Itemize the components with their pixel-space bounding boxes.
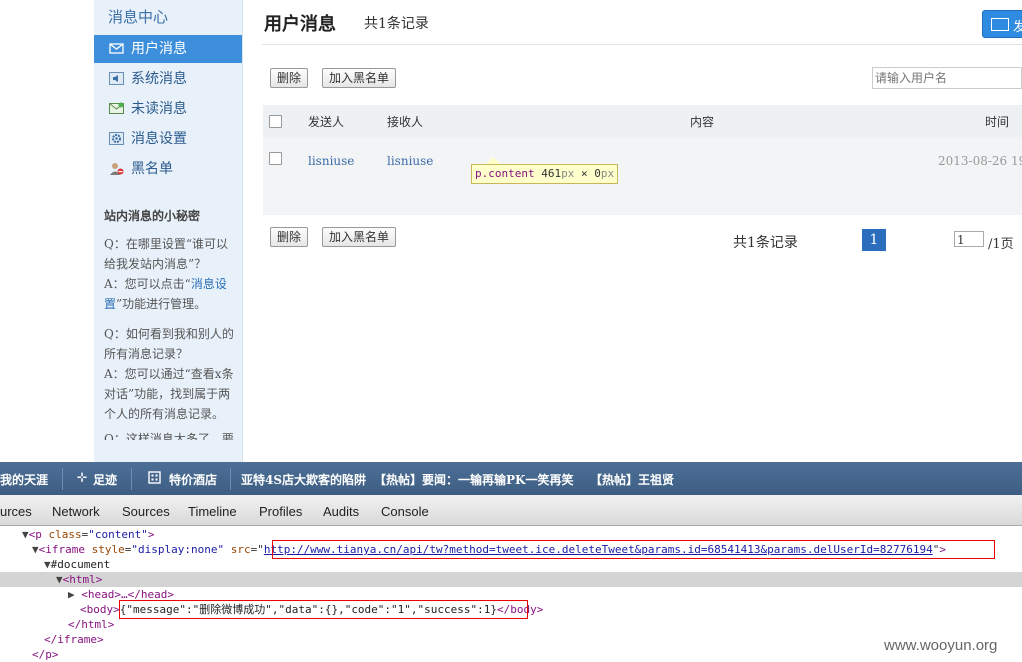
- tab-profiles[interactable]: Profiles: [259, 504, 302, 519]
- tab-resources[interactable]: urces: [0, 504, 32, 519]
- tips-content: Q：在哪里设置“谁可以给我发站内消息”？ A：您可以点击“消息设置”功能进行管理…: [104, 234, 234, 450]
- add-blacklist-button-bottom[interactable]: 加入黑名单: [322, 227, 397, 247]
- sidebar-item-label: 消息设置: [131, 131, 187, 147]
- tab-sources[interactable]: Sources: [122, 504, 170, 519]
- sender-link[interactable]: lisniuse: [308, 154, 354, 168]
- tips-title: 站内消息的小秘密: [104, 209, 201, 223]
- tip-question-cut: Q：这样消息太多了，要: [104, 432, 234, 440]
- row-time: 2013-08-26 19:: [938, 154, 1022, 168]
- sidebar-item-unread-messages[interactable]: 未读消息: [94, 95, 242, 123]
- inspect-element-tooltip: p.content 461px × 0px: [471, 164, 619, 184]
- sidebar-item-label: 黑名单: [131, 161, 173, 177]
- page-button-current[interactable]: 1: [862, 229, 886, 251]
- dom-node-p-close[interactable]: </p>: [32, 647, 59, 662]
- envelope-icon: [991, 18, 1009, 31]
- tip-answer: A：您可以点击“消息设置”功能进行管理。: [104, 277, 227, 311]
- tip-answer: A：您可以通过“查看x条对话”功能，找到属于两个人的所有消息记录。: [104, 367, 234, 421]
- dom-tree: ▼<p class="content"> ▼<iframe style="dis…: [0, 526, 1022, 661]
- envelope-icon: [109, 43, 124, 54]
- response-highlight-box: [119, 600, 528, 619]
- devtools-tabbar: urces Network Sources Timeline Profiles …: [0, 495, 1022, 526]
- speaker-icon: [109, 72, 124, 85]
- page-title: 用户消息: [264, 14, 336, 35]
- page-number-input[interactable]: 1: [954, 231, 984, 247]
- receiver-link[interactable]: lisniuse: [387, 154, 433, 168]
- dom-node-document[interactable]: ▼#document: [44, 557, 110, 572]
- unread-mail-icon: [109, 102, 124, 114]
- url-highlight-box: [272, 540, 995, 559]
- toolbar-news-1[interactable]: 亚特4S店大欺客的陷阱: [241, 471, 366, 488]
- toolbar-separator: [62, 468, 63, 490]
- row-checkbox[interactable]: [269, 152, 282, 165]
- tooltip-caret: [486, 157, 500, 164]
- sidebar-title: 消息中心: [108, 8, 169, 26]
- tip-question: Q：在哪里设置“谁可以给我发站内消息”？: [104, 237, 228, 271]
- delete-button-bottom[interactable]: 删除: [270, 227, 309, 247]
- tip-question: Q：如何看到我和别人的所有消息记录？: [104, 327, 234, 361]
- tab-timeline[interactable]: Timeline: [188, 504, 237, 519]
- tab-network[interactable]: Network: [52, 504, 100, 519]
- table-header: [263, 105, 1022, 137]
- user-block-icon: [110, 163, 124, 175]
- toolbar-news-2[interactable]: 【热帖】要闻：一输再输PK一笑再笑: [374, 471, 573, 488]
- sidebar-item-label: 用户消息: [131, 41, 187, 57]
- toolbar-news-3[interactable]: 【热帖】王祖贤: [590, 471, 674, 488]
- expand-triangle-icon: ▼: [32, 543, 39, 556]
- sidebar-item-user-messages[interactable]: 用户消息: [94, 35, 242, 63]
- dom-node-iframe-close[interactable]: </iframe>: [44, 632, 104, 647]
- collapsed-triangle-icon: ▶: [68, 588, 75, 601]
- gear-icon: [109, 132, 124, 145]
- dom-node-html[interactable]: ▼<html>: [56, 572, 102, 587]
- sidebar-item-label: 系统消息: [131, 71, 187, 87]
- sidebar-item-label: 未读消息: [131, 101, 187, 117]
- toolbar-item-hotel[interactable]: 特价酒店: [169, 471, 217, 488]
- select-all-checkbox[interactable]: [269, 115, 282, 128]
- site-toolbar: 我的天涯 ⊹ 足迹 特价酒店 亚特4S店大欺客的陷阱 【热帖】要闻：一输再输PK…: [0, 462, 1022, 495]
- toolbar-separator: [131, 468, 132, 490]
- dom-node-p[interactable]: ▼<p class="content">: [22, 527, 154, 542]
- compose-button[interactable]: 发: [982, 10, 1022, 38]
- watermark: www.wooyun.org: [884, 637, 998, 654]
- dom-node-html-close[interactable]: </html>: [68, 617, 114, 632]
- delete-button[interactable]: 删除: [270, 68, 309, 88]
- column-header-sender: 发送人: [308, 115, 345, 129]
- selected-node-highlight: [0, 572, 1022, 587]
- sidebar-item-message-settings[interactable]: 消息设置: [94, 125, 242, 153]
- message-sidebar: 消息中心 用户消息 系统消息 未读消息 消息设置 黑名单 站内消息的小秘密 Q：…: [94, 0, 243, 462]
- toolbar-item-footprint[interactable]: 足迹: [93, 471, 117, 488]
- column-header-time: 时间: [985, 115, 1010, 129]
- footprint-icon: ⊹: [77, 470, 88, 484]
- compose-label: 发: [1013, 20, 1022, 35]
- username-search-input[interactable]: [872, 67, 1022, 89]
- expand-triangle-icon: ▼: [56, 573, 63, 586]
- toolbar-item-my-tianya[interactable]: 我的天涯: [0, 471, 48, 488]
- sidebar-item-system-messages[interactable]: 系统消息: [94, 65, 242, 93]
- toolbar-separator: [230, 468, 231, 490]
- pager-page-total: /1页: [988, 237, 1014, 252]
- add-blacklist-button[interactable]: 加入黑名单: [322, 68, 397, 88]
- sidebar-item-blacklist[interactable]: 黑名单: [94, 155, 242, 183]
- hotel-icon: [148, 471, 161, 484]
- column-header-receiver: 接收人: [387, 115, 424, 129]
- pager-total: 共1条记录: [733, 235, 798, 251]
- divider: [262, 44, 1022, 45]
- tab-audits[interactable]: Audits: [323, 504, 359, 519]
- tab-console[interactable]: Console: [381, 504, 429, 519]
- column-header-content: 内容: [690, 115, 715, 129]
- expand-triangle-icon: ▼: [22, 528, 29, 541]
- record-count: 共1条记录: [364, 16, 429, 32]
- expand-triangle-icon: ▼: [44, 558, 51, 571]
